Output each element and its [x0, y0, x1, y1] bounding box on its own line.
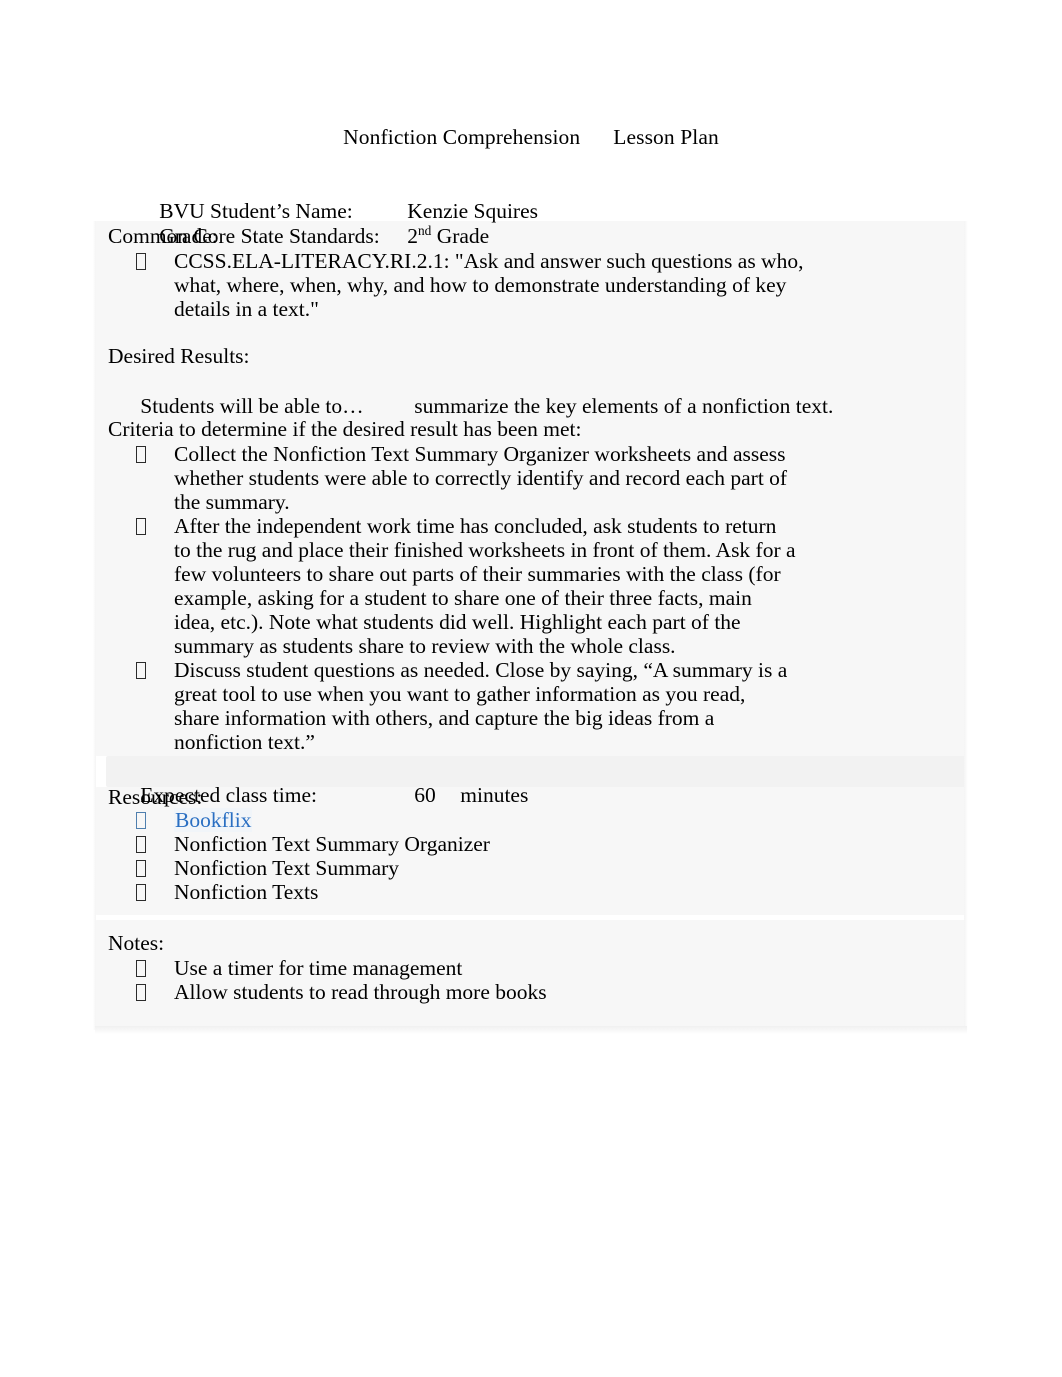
list-item: Nonfiction Text Summary	[136, 856, 796, 880]
grade-ordinal-suffix: nd	[418, 222, 432, 238]
page-title-sub: Lesson Plan	[613, 125, 719, 149]
standards-heading: Common Core State Standards:	[108, 224, 380, 248]
page-title-main: Nonfiction Comprehension	[343, 125, 581, 149]
page-title: Nonfiction Comprehension Lesson Plan	[0, 124, 1062, 150]
list-item: Bookflix	[136, 808, 796, 832]
list-item: Nonfiction Text Summary Organizer	[136, 832, 796, 856]
missing-glyph-box-icon	[136, 980, 152, 1004]
grade-value: 2nd Grade	[407, 224, 489, 249]
list-item: Discuss student questions as needed. Clo…	[136, 658, 796, 754]
list-item: After the independent work time has conc…	[136, 514, 796, 658]
resource-item-text: Nonfiction Texts	[174, 880, 319, 904]
resource-item-text: Nonfiction Text Summary	[174, 856, 400, 880]
notes-item-text: Allow students to read through more book…	[174, 980, 547, 1004]
text-layer: Nonfiction Comprehension Lesson Plan BVU …	[0, 0, 1062, 1377]
missing-glyph-box-icon	[136, 832, 152, 856]
list-item: Collect the Nonfiction Text Summary Orga…	[136, 442, 796, 514]
criteria-list: Collect the Nonfiction Text Summary Orga…	[136, 442, 796, 754]
missing-glyph-box-icon	[136, 856, 152, 880]
list-item: Allow students to read through more book…	[136, 980, 796, 1004]
class-time-value: 60	[414, 783, 436, 807]
list-item: CCSS.ELA-LITERACY.RI.2.1: "Ask and answe…	[136, 249, 836, 321]
objective-value: summarize the key elements of a nonficti…	[414, 394, 834, 418]
resources-list: Bookflix Nonfiction Text Summary Organiz…	[136, 808, 796, 904]
notes-heading: Notes:	[108, 931, 165, 955]
missing-glyph-box-icon	[136, 808, 152, 832]
resources-heading: Resources:	[108, 785, 203, 809]
standards-list: CCSS.ELA-LITERACY.RI.2.1: "Ask and answe…	[136, 249, 836, 321]
document-page: Nonfiction Comprehension Lesson Plan BVU …	[0, 0, 1062, 1377]
criteria-item-text: Discuss student questions as needed. Clo…	[174, 658, 788, 754]
list-item: Nonfiction Texts	[136, 880, 796, 904]
missing-glyph-box-icon	[136, 514, 152, 538]
notes-list: Use a timer for time management Allow st…	[136, 956, 796, 1004]
criteria-item-text: After the independent work time has conc…	[174, 514, 796, 658]
class-time-unit: minutes	[460, 783, 529, 807]
resource-item-text: Nonfiction Text Summary Organizer	[174, 832, 490, 856]
objective-label: Students will be able to…	[140, 394, 364, 418]
criteria-heading: Criteria to determine if the desired res…	[108, 417, 582, 441]
missing-glyph-box-icon	[136, 880, 152, 904]
grade-value-word: Grade	[431, 224, 490, 248]
list-item: Use a timer for time management	[136, 956, 796, 980]
notes-item-text: Use a timer for time management	[174, 956, 463, 980]
missing-glyph-box-icon	[136, 956, 152, 980]
desired-results-heading: Desired Results:	[108, 344, 250, 368]
grade-value-number: 2	[407, 224, 418, 248]
standards-item-text: CCSS.ELA-LITERACY.RI.2.1: "Ask and answe…	[174, 249, 804, 321]
missing-glyph-box-icon	[136, 658, 152, 682]
criteria-item-text: Collect the Nonfiction Text Summary Orga…	[174, 442, 788, 514]
resource-link-bookflix[interactable]: Bookflix	[174, 808, 253, 832]
missing-glyph-box-icon	[136, 249, 152, 273]
missing-glyph-box-icon	[136, 442, 152, 466]
